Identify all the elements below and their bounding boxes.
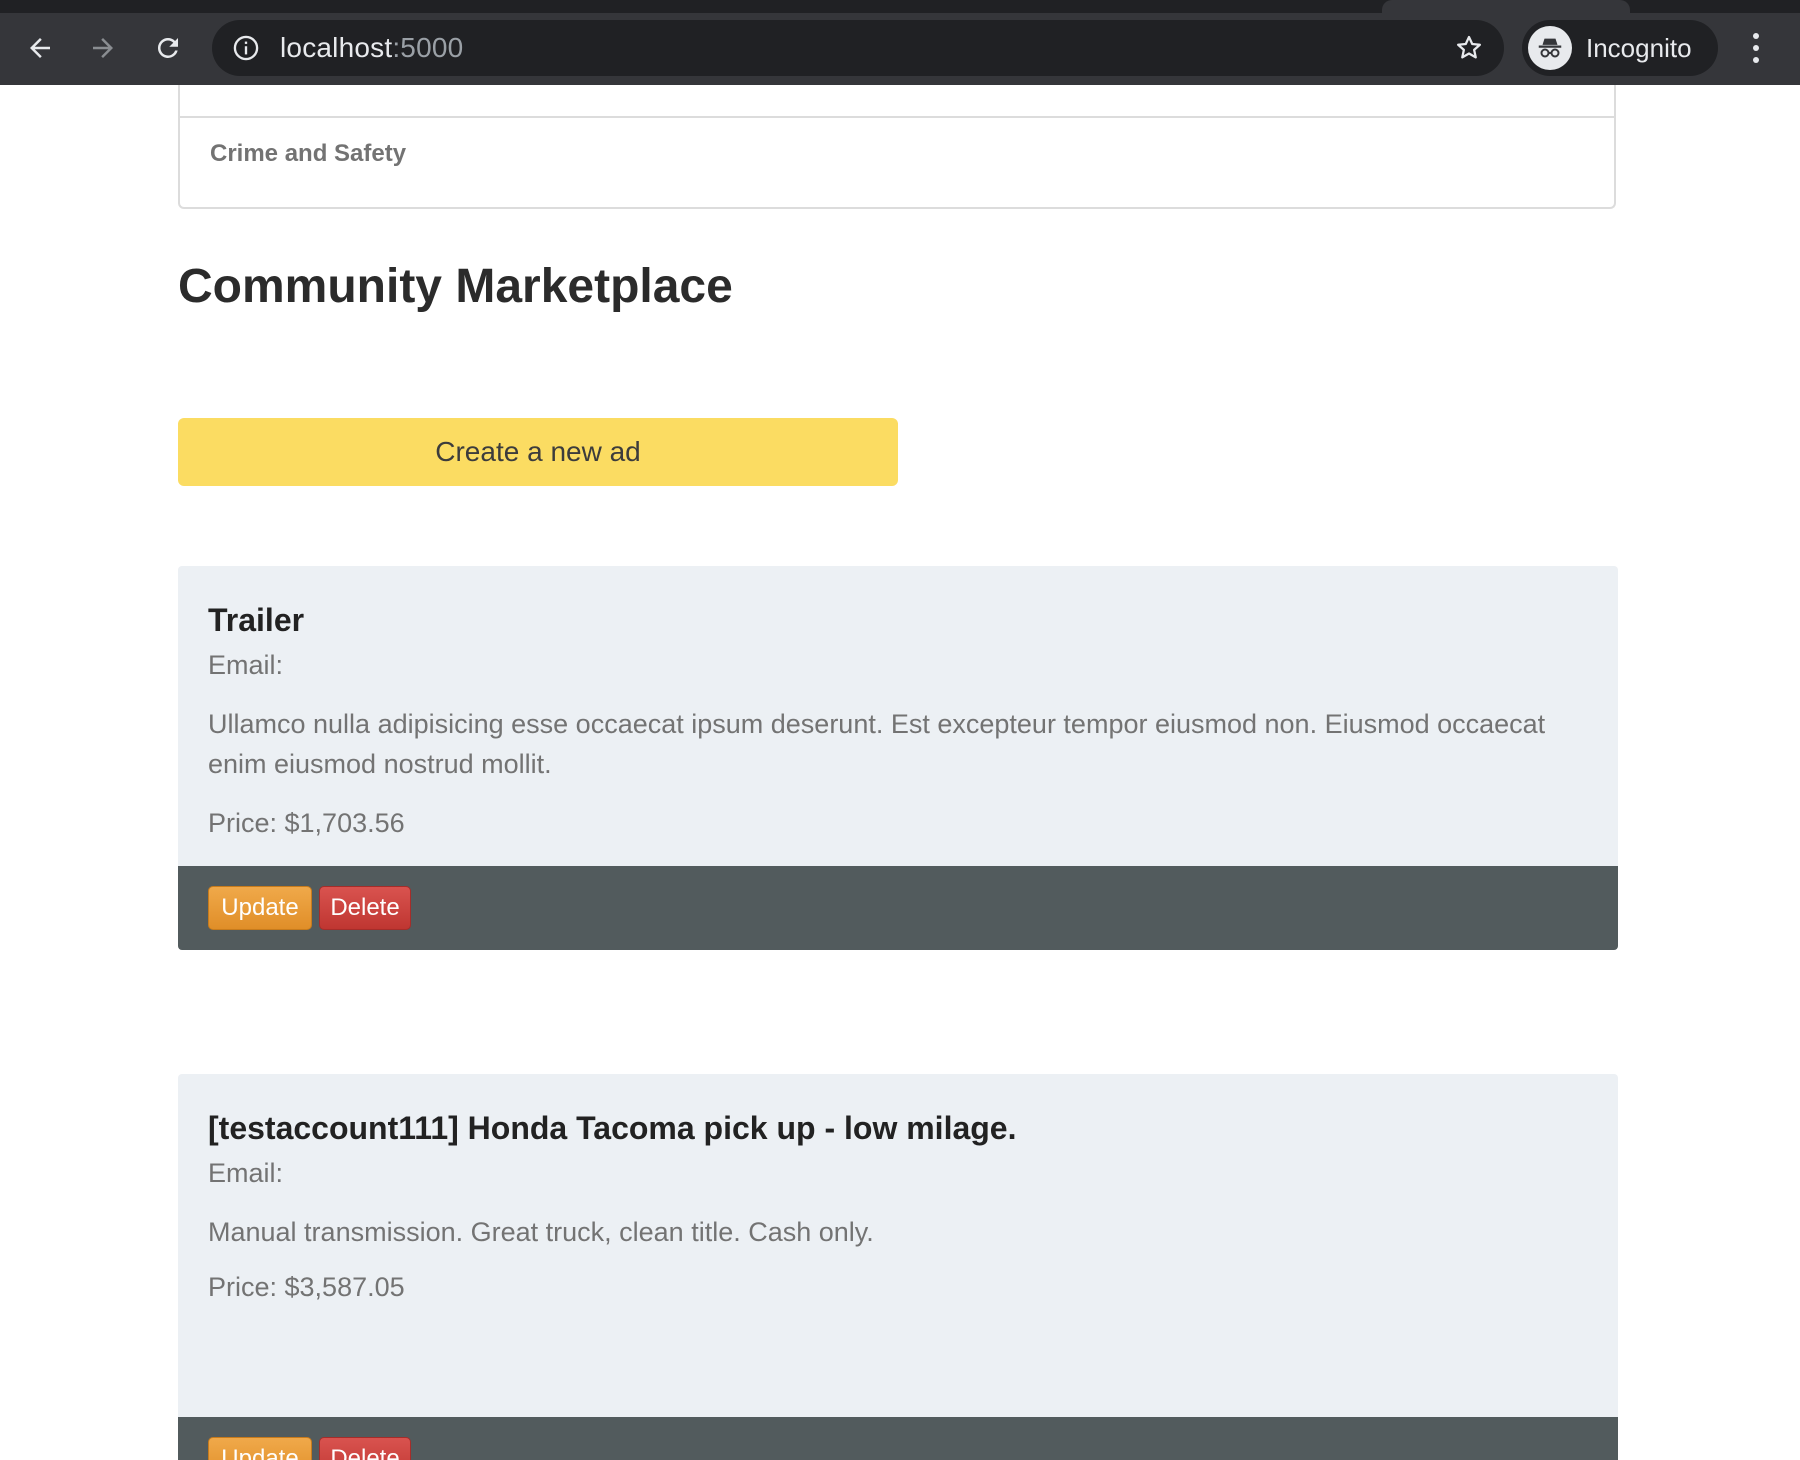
ad-email: Email: <box>208 650 284 680</box>
page-content: Crime and Safety Community Marketplace C… <box>0 85 1800 1460</box>
active-tab[interactable] <box>1382 0 1630 13</box>
back-button[interactable] <box>17 25 63 71</box>
address-bar[interactable]: localhost:5000 <box>212 20 1504 76</box>
delete-button[interactable]: Delete <box>319 886 411 930</box>
category-item-crime-and-safety[interactable]: Crime and Safety <box>210 140 406 168</box>
incognito-avatar <box>1528 26 1572 70</box>
update-button[interactable]: Update <box>208 886 312 930</box>
forward-arrow-icon <box>93 38 113 58</box>
kebab-menu-dot <box>1753 45 1759 51</box>
incognito-icon <box>1538 38 1562 58</box>
update-button[interactable]: Update <box>208 1437 312 1460</box>
ad-card: Trailer Email: Ullamco nulla adipisicing… <box>178 566 1618 950</box>
ad-title: Trailer <box>208 602 305 638</box>
ad-description: Ullamco nulla adipisicing esse occaecat … <box>208 709 1546 779</box>
delete-button[interactable]: Delete <box>319 1437 411 1460</box>
ad-card-footer: Update Delete <box>178 1417 1618 1460</box>
browser-toolbar: localhost:5000 Incognito <box>0 0 1800 85</box>
ad-description: Manual transmission. Great truck, clean … <box>208 1217 874 1247</box>
forward-button[interactable] <box>80 25 126 71</box>
kebab-menu-icon <box>1753 33 1759 39</box>
back-arrow-icon <box>30 38 50 58</box>
profile-button[interactable]: Incognito <box>1522 20 1718 76</box>
url-port: :5000 <box>392 32 464 63</box>
ad-title: [testaccount111] Honda Tacoma pick up - … <box>208 1110 1017 1146</box>
kebab-menu-dot <box>1753 57 1759 63</box>
ad-email: Email: <box>208 1158 284 1188</box>
page-title: Community Marketplace <box>178 260 733 313</box>
ad-price: Price: $1,703.56 <box>208 808 405 838</box>
url-text[interactable]: localhost:5000 <box>280 20 463 76</box>
star-icon[interactable] <box>1454 33 1484 63</box>
ad-card-footer: Update Delete <box>178 866 1618 950</box>
profile-label: Incognito <box>1586 33 1692 63</box>
tab-strip <box>0 0 1800 13</box>
list-divider <box>180 116 1614 118</box>
reload-icon <box>157 37 178 58</box>
browser-menu-button[interactable] <box>1744 25 1768 71</box>
info-icon[interactable] <box>232 34 260 62</box>
ad-price: Price: $3,587.05 <box>208 1272 405 1302</box>
reload-button[interactable] <box>145 25 191 71</box>
category-list-card: Crime and Safety <box>178 85 1616 209</box>
create-ad-button[interactable]: Create a new ad <box>178 418 898 486</box>
ad-card: [testaccount111] Honda Tacoma pick up - … <box>178 1074 1618 1460</box>
url-host: localhost <box>280 32 393 63</box>
